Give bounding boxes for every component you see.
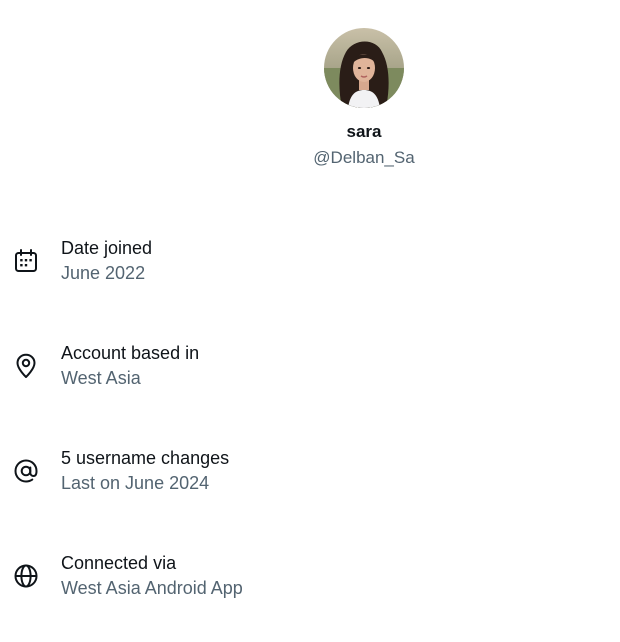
display-name: sara [346, 122, 382, 141]
detail-row-username-changes: 5 username changes Last on June 2024 [0, 447, 620, 497]
detail-title: 5 username changes [61, 448, 230, 468]
detail-row-date-joined: Date joined June 2022 [0, 237, 620, 287]
user-handle: @Delban_Sa [313, 148, 415, 167]
detail-row-account-based-in: Account based in West Asia [0, 342, 620, 392]
profile-photo [324, 28, 404, 108]
calendar-icon [13, 248, 39, 274]
profile-header: sara @Delban_Sa [264, 28, 464, 168]
detail-row-connected-via: Connected via West Asia Android App [0, 552, 620, 602]
detail-title: Account based in [61, 343, 200, 363]
at-sign-icon [13, 458, 39, 484]
detail-value: June 2022 [61, 263, 146, 283]
globe-icon [13, 563, 39, 589]
detail-value: West Asia Android App [61, 578, 243, 598]
detail-value: Last on June 2024 [61, 473, 210, 493]
location-pin-icon [13, 353, 39, 379]
detail-title: Date joined [61, 238, 153, 258]
detail-title: Connected via [61, 553, 177, 573]
avatar[interactable] [324, 28, 404, 108]
detail-value: West Asia [61, 368, 141, 388]
